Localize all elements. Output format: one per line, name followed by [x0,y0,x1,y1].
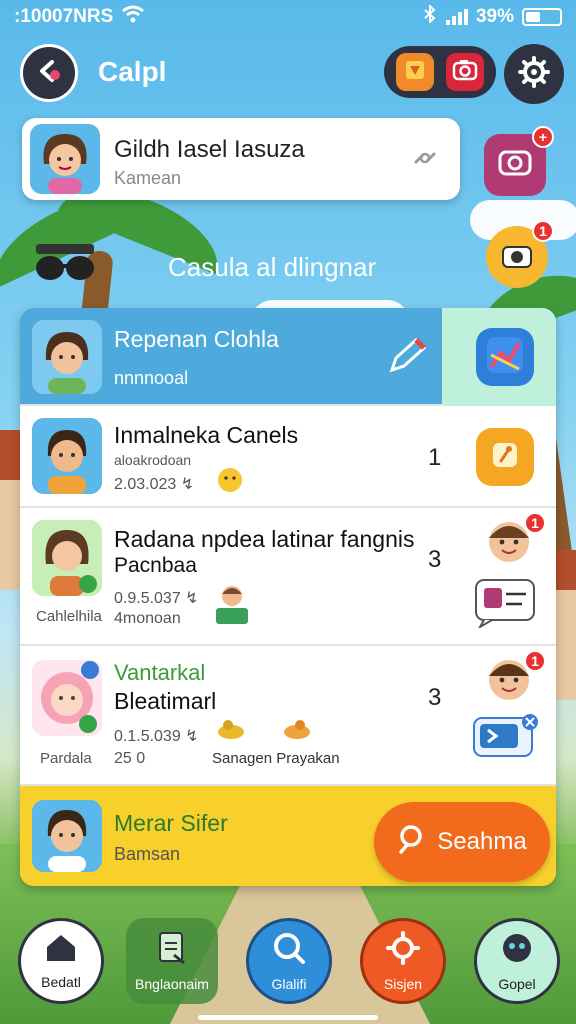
battery-percent: 39% [475,6,514,27]
search-button[interactable]: Seahma [374,802,550,882]
profile-card[interactable]: Gildh Iasel Iasuza Kamean [22,118,460,200]
tag-icon [489,439,521,476]
reading-kid-icon [210,580,254,633]
gear-icon [386,930,420,970]
avatar [32,660,102,736]
settings-button[interactable] [504,44,564,104]
nav-home[interactable]: Bedatl [18,918,104,1004]
camera-button[interactable] [446,53,484,91]
item-count: 1 [428,444,442,471]
gear-icon [518,55,550,93]
camera-chat-icon [497,147,533,184]
notification-badge: 1 [524,512,546,534]
search-button-label: Seahma [437,828,527,855]
section-title: Casula al dlingnar [168,252,377,282]
item-count: 3 [428,546,442,573]
action-title: Merar Sifer [114,810,228,836]
item-title-top: Vantarkal [114,660,206,685]
avatar-label: Pardala [40,750,92,767]
search-icon [272,931,306,970]
profile-subtitle: Kamean [114,168,182,188]
nav-search[interactable]: Glalifi [246,918,332,1004]
camera-icon [500,240,534,275]
item-title: Bleatimarl [114,688,217,714]
gallery-icon [403,58,427,87]
profile-name: Gildh Iasel Iasuza [114,136,305,163]
maps-icon [485,335,525,380]
back-button[interactable] [20,44,78,102]
wifi-icon [121,5,145,29]
nav-label: Bedatl [41,973,81,990]
status-bar: :10007NRS 39% [0,0,576,34]
item-date: 2.03.023 ↯ [114,476,195,493]
item-date: 0.9.5.037 ↯ [114,590,199,607]
notification-badge: 1 [524,650,546,672]
item-title: Repenan Clohla [114,326,279,352]
header-action-group [384,46,496,98]
nav-profile[interactable]: Gopel [474,918,560,1004]
document-icon [156,931,188,970]
emoji-icon [216,466,244,499]
avatar [30,124,100,194]
item-count: 3 [428,684,442,711]
avatar [32,418,102,494]
edit-icon[interactable] [386,336,432,381]
video-message-icon[interactable] [472,712,540,769]
maps-button[interactable] [476,328,534,386]
item-subtitle: Pacnbaa [114,554,197,577]
action-subtitle: Bamsan [114,844,181,864]
camera-shortcut-button[interactable]: 1 [486,220,554,288]
avatar [32,320,102,394]
avatar [32,800,102,872]
app-title: Calpl [98,56,167,87]
battery-icon [522,8,562,26]
item-subtitle: aloakrodoan [114,452,192,468]
back-arrow-icon [34,56,64,91]
nav-documents[interactable]: Bnglaonaim [126,918,218,1004]
gallery-button[interactable] [396,53,434,91]
avatar [32,520,102,596]
snack-icon [282,718,312,745]
list-item[interactable]: Cahlelhila Radana npdea latinar fangnis … [20,508,556,646]
item-extra: 25 0 [114,750,146,767]
item-subtitle: nnnnooal [114,368,189,388]
camera-chat-button[interactable]: + [484,126,554,196]
home-indicator [198,1015,378,1020]
item-date: 0.1.5.039 ↯ [114,728,199,745]
face-icon [500,931,534,970]
bluetooth-icon [422,3,438,29]
search-icon [397,824,425,861]
signal-icon [445,9,468,25]
nav-label: Sisjen [383,975,423,992]
tag-button[interactable] [476,428,534,486]
nav-settings[interactable]: Sisjen [360,918,446,1004]
link-icon[interactable] [412,146,438,175]
snack-icon [216,718,246,745]
list-item[interactable]: Inmalneka Canels aloakrodoan 2.03.023 ↯ … [20,406,556,508]
conversation-list: Repenan Clohla nnnnooal Inmalneka Canels… [20,308,556,886]
action-row[interactable]: Merar Sifer Bamsan Seahma [20,786,556,886]
camera-icon [452,58,478,87]
notification-badge: 1 [532,220,554,242]
item-title: Inmalneka Canels [114,422,299,448]
list-item[interactable]: Repenan Clohla nnnnooal [20,308,556,406]
avatar-label: Cahlelhila [36,608,102,625]
item-extra: 4monoan [114,610,181,627]
status-time: :10007NRS [14,6,114,27]
item-tag: Sanagen Prayakan [212,750,340,767]
item-title: Radana npdea latinar fangnis [114,526,415,552]
sunglasses-icon [32,240,98,291]
notification-badge: + [532,126,554,148]
home-icon [44,933,78,968]
nav-label: Glalifi [271,975,307,992]
nav-label: Gopel [498,975,536,992]
nav-label: Bnglaonaim [135,975,209,992]
message-card-icon[interactable] [474,578,538,633]
list-item[interactable]: Pardala Vantarkal Bleatimarl 0.1.5.039 ↯… [20,646,556,786]
